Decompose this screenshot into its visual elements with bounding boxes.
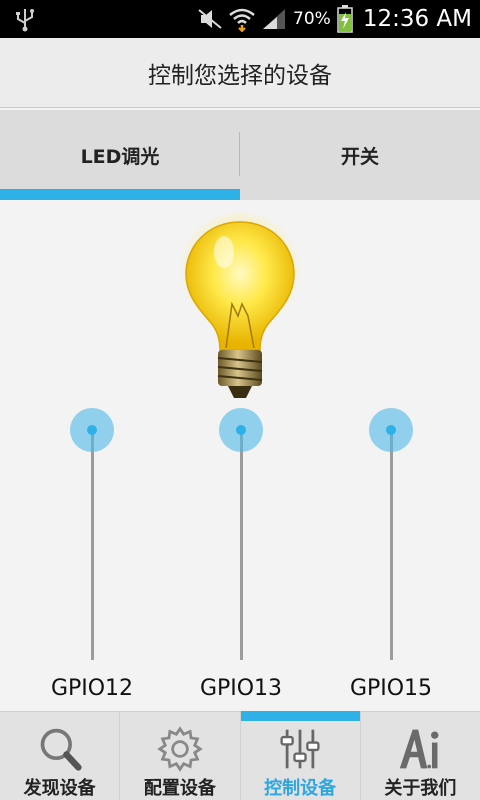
nav-selected-indicator [240,711,360,721]
tab-switch[interactable]: 开关 [240,110,480,200]
usb-icon [16,9,34,32]
nav-label: 发现设备 [23,778,96,799]
tab-led-dimming[interactable]: LED调光 [0,110,240,200]
bottom-navigation: 发现设备 配置设备 控制设备 关于我们 [0,711,480,800]
tab-divider [239,132,240,176]
slider-track [91,428,94,660]
clock: 12:36 AM [362,6,472,32]
signal-icon [263,9,286,29]
gpio13-slider[interactable] [211,406,271,660]
sliders-icon [280,729,320,769]
led-control-panel: GPIO12 GPIO13 GPIO15 [0,200,480,712]
about-ai-icon [400,729,439,769]
mute-icon [198,9,222,29]
tab-bar: LED调光 开关 [0,110,480,200]
nav-label: 配置设备 [143,778,216,799]
magnifier-icon [40,728,82,771]
nav-configure-devices[interactable]: 配置设备 [119,712,239,800]
gpio15-slider[interactable] [361,406,421,660]
nav-label: 关于我们 [384,778,457,799]
gpio12-label: GPIO12 [50,676,134,701]
wifi-icon [229,8,255,32]
slider-thumb[interactable] [219,408,263,452]
tab-selected-indicator [0,189,240,200]
slider-track [390,428,393,660]
gpio12-slider[interactable] [62,406,122,660]
status-bar: 70% 12:36 AM [0,0,480,38]
tab-label: LED调光 [80,145,160,168]
page-title: 控制您选择的设备 [148,62,332,89]
gear-icon [157,726,203,772]
nav-label: 控制设备 [264,778,337,799]
tab-label: 开关 [340,145,379,168]
nav-control-devices[interactable]: 控制设备 [239,711,360,800]
slider-track [240,428,243,660]
slider-thumb[interactable] [70,408,114,452]
gpio15-label: GPIO15 [349,676,433,701]
slider-thumb[interactable] [369,408,413,452]
title-bar: 控制您选择的设备 [0,38,480,108]
nav-about-us[interactable]: 关于我们 [359,712,480,800]
gpio13-label: GPIO13 [199,676,283,701]
battery-percent: 70% [293,9,331,29]
battery-charging-icon [337,5,353,33]
nav-discover-devices[interactable]: 发现设备 [0,712,119,800]
light-bulb-icon [178,212,302,398]
